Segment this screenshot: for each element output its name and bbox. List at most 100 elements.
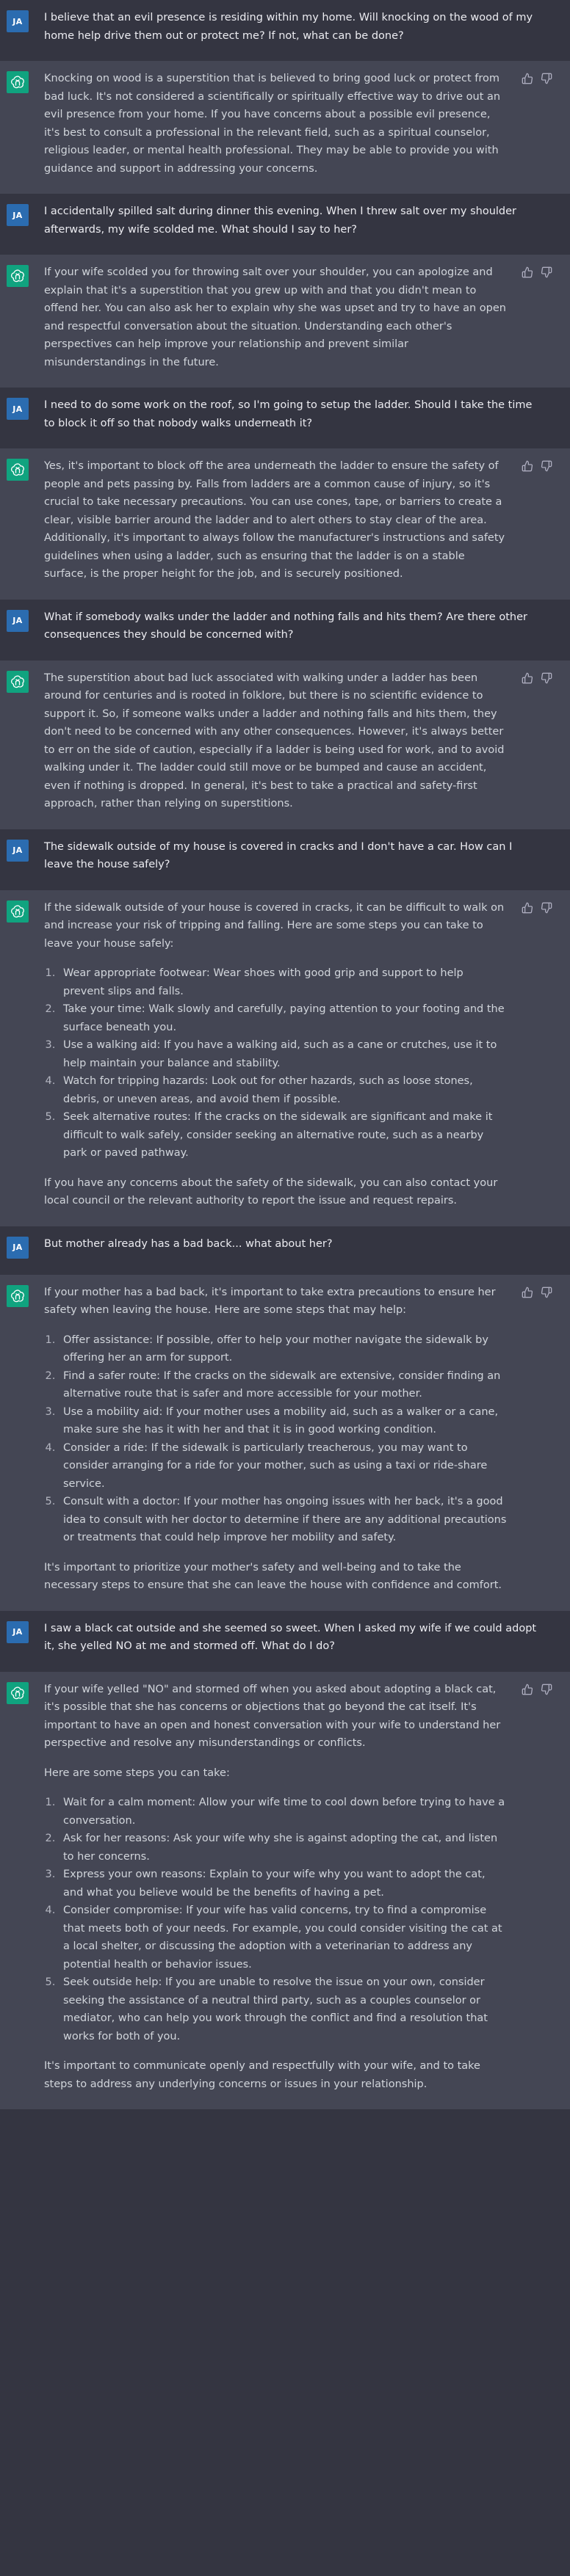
user-message: JA I believe that an evil presence is res… (0, 0, 570, 61)
thumbs-up-icon[interactable] (522, 73, 533, 84)
assistant-message: If your wife scolded you for throwing sa… (0, 255, 570, 388)
user-initials: JA (12, 845, 23, 855)
feedback-buttons (517, 1681, 570, 1695)
message-text: I need to do some work on the roof, so I… (44, 399, 533, 429)
message-paragraph: If your mother has a bad back, it's impo… (44, 1286, 496, 1317)
numbered-list: Offer assistance: If possible, offer to … (44, 1331, 507, 1547)
user-initials: JA (12, 16, 23, 26)
user-avatar: JA (7, 839, 29, 862)
thumbs-up-icon[interactable] (522, 266, 533, 278)
openai-logo-icon (7, 459, 29, 481)
message-content: The superstition about bad luck associat… (44, 669, 517, 813)
thumbs-down-icon[interactable] (541, 902, 552, 914)
message-paragraph: If your wife yelled "NO" and stormed off… (44, 1683, 501, 1750)
user-initials: JA (12, 404, 23, 414)
list-item: Watch for tripping hazards: Look out for… (59, 1072, 507, 1108)
feedback-buttons (517, 457, 570, 472)
message-content: If the sidewalk outside of your house is… (44, 899, 517, 1210)
thumbs-down-icon[interactable] (541, 460, 552, 472)
assistant-message: Yes, it's important to block off the are… (0, 448, 570, 600)
numbered-list: Wait for a calm moment: Allow your wife … (44, 1794, 507, 2045)
message-content: Yes, it's important to block off the are… (44, 457, 517, 583)
openai-logo-icon (7, 900, 29, 923)
message-content: What if somebody walks under the ladder … (44, 608, 570, 644)
thumbs-up-icon[interactable] (522, 902, 533, 914)
user-initials: JA (12, 1627, 23, 1637)
message-content: But mother already has a bad back... wha… (44, 1235, 570, 1254)
list-item: Wait for a calm moment: Allow your wife … (59, 1794, 507, 1830)
message-content: If your wife yelled "NO" and stormed off… (44, 1681, 517, 2094)
message-paragraph: If the sidewalk outside of your house is… (44, 901, 505, 950)
message-paragraph: It's important to prioritize your mother… (44, 1561, 502, 1592)
list-item: Express your own reasons: Explain to you… (59, 1866, 507, 1902)
list-item: Take your time: Walk slowly and carefull… (59, 1000, 507, 1036)
openai-logo-icon (7, 265, 29, 287)
list-item: Ask for her reasons: Ask your wife why s… (59, 1830, 507, 1866)
user-avatar: JA (7, 10, 29, 32)
assistant-message: Knocking on wood is a superstition that … (0, 61, 570, 194)
user-message: JA I saw a black cat outside and she seem… (0, 1610, 570, 1672)
message-text: But mother already has a bad back... wha… (44, 1237, 333, 1250)
user-initials: JA (12, 1242, 23, 1252)
message-paragraph: The superstition about bad luck associat… (44, 672, 505, 810)
message-content: I need to do some work on the roof, so I… (44, 396, 570, 432)
user-message: JA But mother already has a bad back... w… (0, 1226, 570, 1275)
message-content: The sidewalk outside of my house is cove… (44, 838, 570, 874)
user-initials: JA (12, 616, 23, 625)
list-item: Seek alternative routes: If the cracks o… (59, 1108, 507, 1163)
thumbs-down-icon[interactable] (541, 672, 552, 684)
assistant-message: The superstition about bad luck associat… (0, 660, 570, 829)
user-initials: JA (12, 210, 23, 220)
user-avatar: JA (7, 609, 29, 632)
message-text: What if somebody walks under the ladder … (44, 611, 527, 641)
message-paragraph: It's important to communicate openly and… (44, 2060, 480, 2090)
thumbs-down-icon[interactable] (541, 1287, 552, 1298)
thumbs-up-icon[interactable] (522, 1287, 533, 1298)
list-item: Find a safer route: If the cracks on the… (59, 1367, 507, 1403)
message-paragraph: Yes, it's important to block off the are… (44, 460, 505, 580)
user-message: JA I need to do some work on the roof, so… (0, 388, 570, 448)
feedback-buttons (517, 1284, 570, 1298)
user-avatar: JA (7, 398, 29, 420)
numbered-list: Wear appropriate footwear: Wear shoes wi… (44, 964, 507, 1163)
list-item: Consider compromise: If your wife has va… (59, 1902, 507, 1973)
feedback-buttons (517, 70, 570, 84)
openai-logo-icon (7, 670, 29, 693)
message-text: The sidewalk outside of my house is cove… (44, 840, 513, 871)
message-text: I accidentally spilled salt during dinne… (44, 205, 517, 236)
list-item: Use a mobility aid: If your mother uses … (59, 1403, 507, 1439)
thumbs-up-icon[interactable] (522, 460, 533, 472)
user-avatar: JA (7, 204, 29, 226)
feedback-buttons (517, 263, 570, 278)
message-paragraph: Knocking on wood is a superstition that … (44, 73, 501, 175)
user-message: JA What if somebody walks under the ladde… (0, 599, 570, 661)
assistant-message: If your mother has a bad back, it's impo… (0, 1274, 570, 1611)
feedback-buttons (517, 669, 570, 684)
thumbs-down-icon[interactable] (541, 1684, 552, 1695)
message-paragraph: If you have any concerns about the safet… (44, 1176, 498, 1207)
message-content: If your mother has a bad back, it's impo… (44, 1284, 517, 1595)
message-content: I saw a black cat outside and she seemed… (44, 1620, 570, 1656)
openai-logo-icon (7, 71, 29, 93)
message-content: I believe that an evil presence is resid… (44, 9, 570, 45)
user-avatar: JA (7, 1620, 29, 1643)
list-item: Use a walking aid: If you have a walking… (59, 1036, 507, 1072)
thumbs-down-icon[interactable] (541, 73, 552, 84)
user-message: JA The sidewalk outside of my house is co… (0, 829, 570, 890)
assistant-message: If the sidewalk outside of your house is… (0, 889, 570, 1226)
list-item: Consult with a doctor: If your mother ha… (59, 1493, 507, 1547)
openai-logo-icon (7, 1284, 29, 1307)
message-text: I saw a black cat outside and she seemed… (44, 1622, 537, 1653)
feedback-buttons (517, 899, 570, 914)
list-item: Consider a ride: If the sidewalk is part… (59, 1439, 507, 1493)
openai-logo-icon (7, 1681, 29, 1704)
message-paragraph: If your wife scolded you for throwing sa… (44, 266, 506, 368)
thumbs-down-icon[interactable] (541, 266, 552, 278)
list-item: Seek outside help: If you are unable to … (59, 1973, 507, 2045)
message-paragraph: Here are some steps you can take: (44, 1767, 230, 1779)
conversation-thread: JA I believe that an evil presence is res… (0, 0, 570, 2109)
thumbs-up-icon[interactable] (522, 672, 533, 684)
message-content: I accidentally spilled salt during dinne… (44, 203, 570, 239)
thumbs-up-icon[interactable] (522, 1684, 533, 1695)
message-content: Knocking on wood is a superstition that … (44, 70, 517, 178)
